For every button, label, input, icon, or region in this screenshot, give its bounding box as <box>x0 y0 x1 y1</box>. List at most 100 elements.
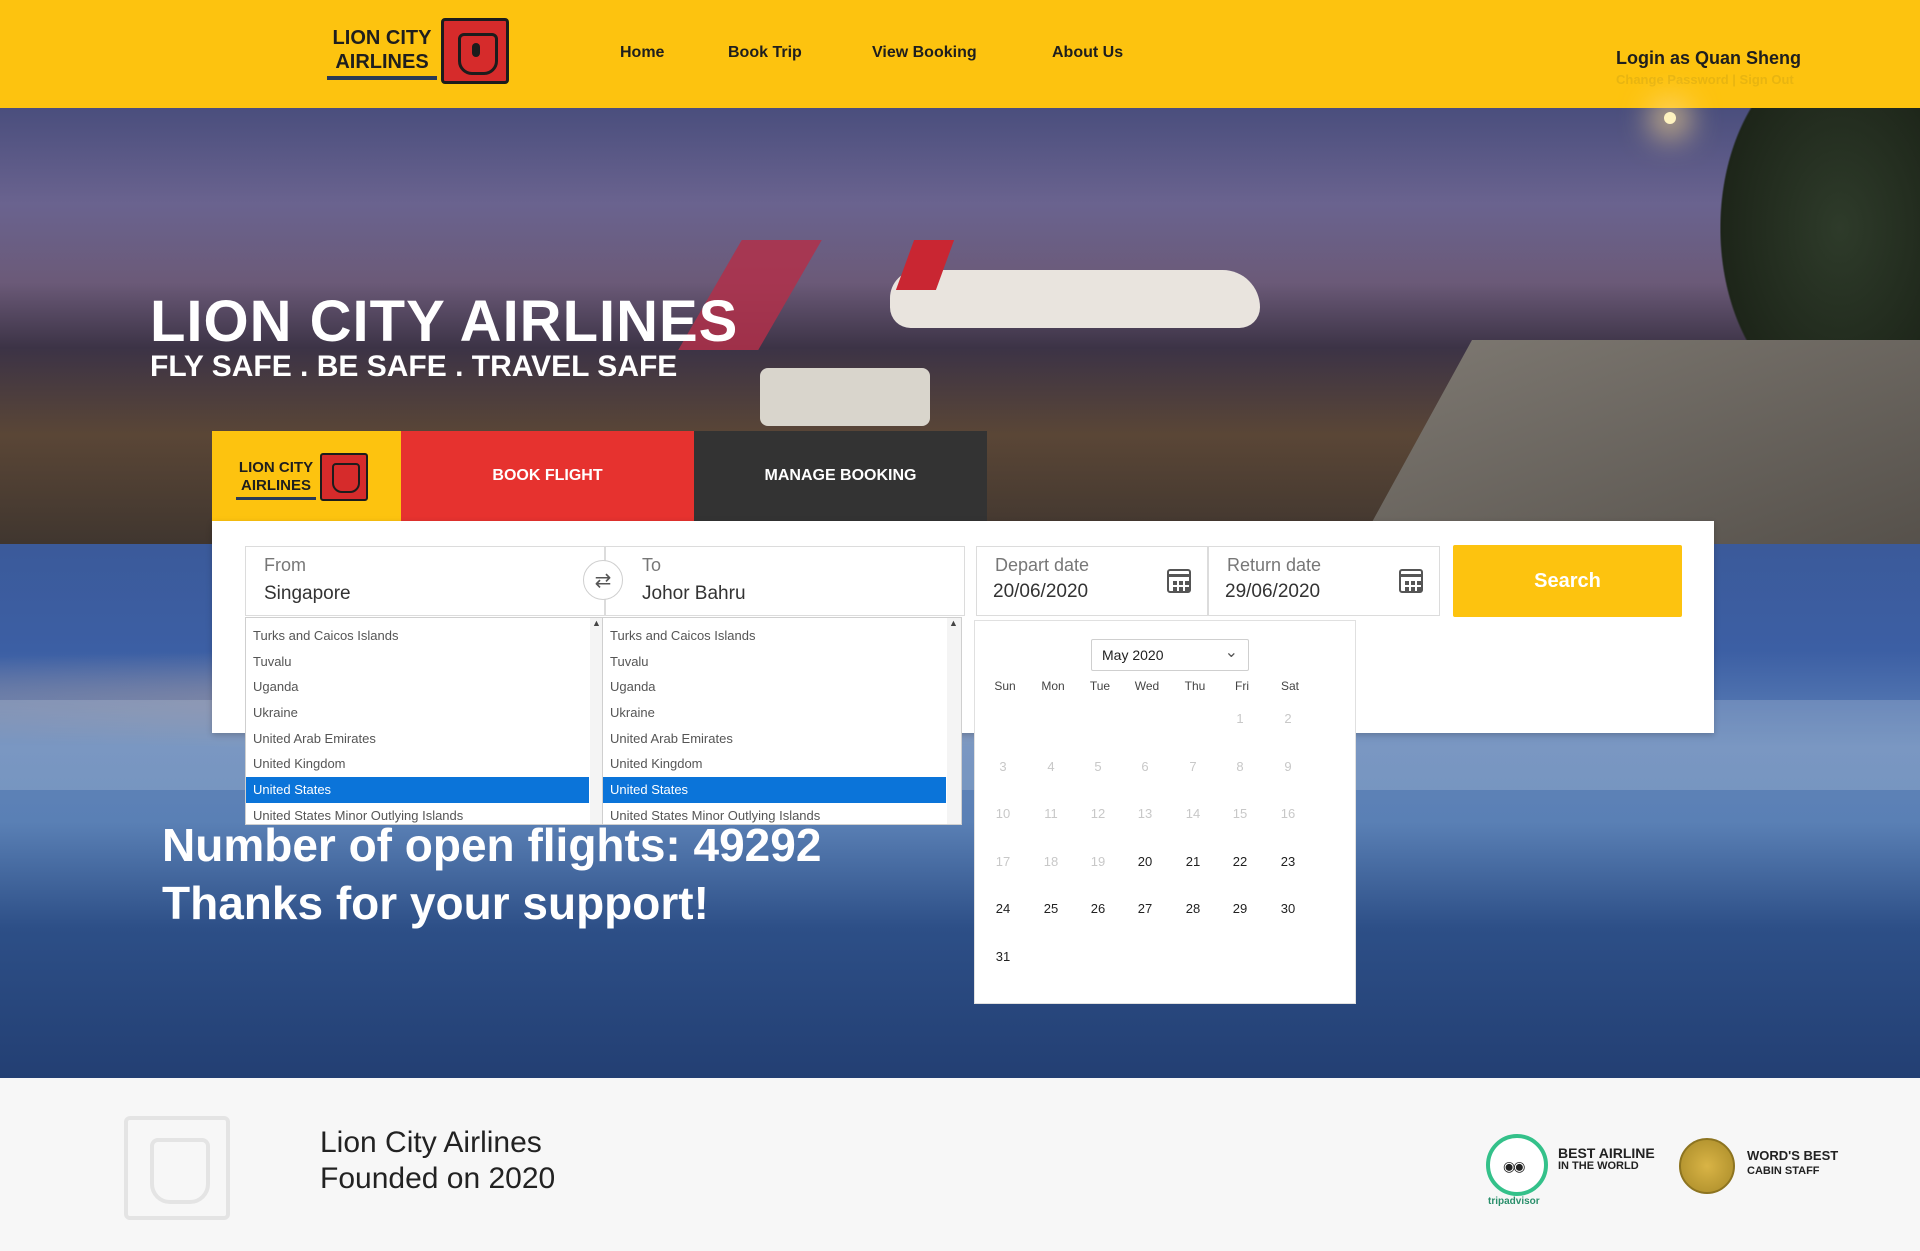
open-flights-message: Number of open flights: 49292 Thanks for… <box>162 816 821 932</box>
weekday-label: Sat <box>1280 679 1299 693</box>
depart-date-field[interactable]: Depart date 20/06/2020 <box>976 546 1208 616</box>
calendar-day: 4 <box>1047 758 1055 774</box>
award-2-line1: WORD'S BEST <box>1747 1148 1839 1163</box>
country-option[interactable]: Turks and Caicos Islands <box>246 623 589 649</box>
country-option[interactable]: Tuvalu <box>603 649 946 675</box>
hero-title: LION CITY AIRLINES <box>150 289 739 354</box>
tripadvisor-award-icon <box>1486 1134 1548 1196</box>
country-option[interactable]: United States <box>603 777 946 803</box>
to-country-list[interactable]: Turks and Caicos Islands Tuvalu Uganda Ukra… <box>602 617 962 825</box>
return-label: Return date <box>1227 555 1322 575</box>
calendar-day[interactable]: 31 <box>979 949 1027 964</box>
nav-about-us[interactable]: About Us <box>1052 44 1123 62</box>
to-list-scrollbar[interactable] <box>947 618 961 824</box>
calendar-day: 6 <box>1141 758 1149 774</box>
nav-book-trip[interactable]: Book Trip <box>728 44 802 62</box>
calendar-day: 10 <box>995 806 1011 821</box>
country-option[interactable]: Tuvalu <box>246 649 589 675</box>
weekday-label: Wed <box>1134 679 1160 693</box>
calendar-day: 11 <box>1044 806 1058 821</box>
footer-founded: Founded on 2020 <box>320 1162 556 1195</box>
account-links[interactable]: Change Password | Sign Out <box>1616 72 1794 87</box>
weekday-label: Sun <box>994 679 1016 693</box>
tab-logo: LION CITY AIRLINES <box>212 431 401 521</box>
hero-tug-vehicle <box>760 368 930 426</box>
award-1-brand: tripadvisor <box>1488 1196 1540 1207</box>
country-option[interactable]: United Kingdom <box>246 751 589 777</box>
tab-logo-underline <box>236 497 316 500</box>
country-option[interactable]: Uganda <box>603 674 946 700</box>
country-option[interactable]: United States <box>246 777 589 803</box>
header-logo[interactable]: LION CITY AIRLINES <box>327 18 509 86</box>
to-field[interactable]: To Johor Bahru <box>605 546 965 616</box>
depart-label: Depart date <box>995 555 1090 575</box>
country-option[interactable]: Turks and Caicos Islands <box>603 623 946 649</box>
award-2-title: WORD'S BEST CABIN STAFF <box>1747 1148 1838 1178</box>
calendar-day[interactable]: 25 <box>1027 901 1075 916</box>
country-option[interactable]: United States Minor Outlying Islands <box>246 803 589 824</box>
from-country-options: Turks and Caicos Islands Tuvalu Uganda Ukra… <box>246 618 604 824</box>
country-option[interactable]: United Arab Emirates <box>603 726 946 752</box>
from-field[interactable]: From Singapore <box>245 546 605 616</box>
calendar-day[interactable]: 30 <box>1264 901 1312 916</box>
logo-underline <box>327 76 437 80</box>
to-value: Johor Bahru <box>642 583 746 604</box>
calendar-day[interactable]: 24 <box>979 901 1027 916</box>
tab-manage-booking[interactable]: MANAGE BOOKING <box>694 431 987 521</box>
lion-emblem-icon <box>441 18 509 84</box>
thanks-message: Thanks for your support! <box>162 877 709 929</box>
calendar-icon[interactable] <box>1399 569 1423 593</box>
from-country-list[interactable]: Turks and Caicos Islands Tuvalu Uganda Ukra… <box>245 617 605 825</box>
calendar-day: 16 <box>1280 806 1296 821</box>
calendar-day: 15 <box>1232 806 1248 821</box>
calendar-day: 9 <box>1284 758 1292 774</box>
search-button[interactable]: Search <box>1453 545 1682 617</box>
nav-home[interactable]: Home <box>620 44 664 62</box>
weekday-label: Fri <box>1235 679 1249 693</box>
login-status: Login as Quan Sheng <box>1616 48 1802 68</box>
country-option[interactable]: United States Minor Outlying Islands <box>603 803 946 824</box>
calendar-day[interactable]: 22 <box>1216 854 1264 869</box>
award-1-title: BEST AIRLINE IN THE WORLD <box>1558 1146 1655 1172</box>
swap-arrows-icon[interactable]: ⇄ <box>583 560 623 600</box>
country-option[interactable]: Ukraine <box>246 700 589 726</box>
award-1-line1: BEST AIRLINE <box>1558 1145 1655 1161</box>
hero-light <box>1664 112 1676 124</box>
calendar-day: 18 <box>1043 853 1059 869</box>
country-option[interactable]: United Arab Emirates <box>246 726 589 752</box>
country-option[interactable]: Uganda <box>246 674 589 700</box>
to-label: To <box>642 555 662 575</box>
to-country-options: Turks and Caicos Islands Tuvalu Uganda Ukra… <box>603 618 961 824</box>
tab-book-flight[interactable]: BOOK FLIGHT <box>401 431 694 521</box>
calendar-day: 2 <box>1284 711 1292 726</box>
calendar-icon[interactable] <box>1167 569 1191 593</box>
calendar-day: 5 <box>1094 758 1102 774</box>
nav-view-booking[interactable]: View Booking <box>872 44 977 62</box>
country-option[interactable]: Ukraine <box>603 700 946 726</box>
calendar-day: 17 <box>995 853 1011 869</box>
top-header: LION CITY AIRLINES Home Book Trip View B… <box>0 0 1920 108</box>
calendar-day[interactable]: 27 <box>1121 901 1169 916</box>
calendar-day[interactable]: 20 <box>1121 854 1169 869</box>
lion-emblem-icon <box>320 453 368 501</box>
footer-company-name: Lion City Airlines <box>320 1126 542 1159</box>
calendar-day[interactable]: 29 <box>1216 901 1264 916</box>
date-picker: May 2020 SunMonTueWedThuFriSat 123456789… <box>974 620 1356 1004</box>
calendar-day[interactable]: 23 <box>1264 854 1312 869</box>
award-1-line2: IN THE WORLD <box>1558 1160 1639 1172</box>
logo-text: LION CITY AIRLINES <box>332 27 432 73</box>
calendar-day[interactable]: 26 <box>1074 901 1122 916</box>
from-label: From <box>264 555 306 575</box>
weekday-label: Tue <box>1089 679 1111 693</box>
calendar-day: 13 <box>1137 806 1153 821</box>
calendar-day[interactable]: 28 <box>1169 901 1217 916</box>
gold-medal-icon <box>1679 1138 1735 1194</box>
return-date-field[interactable]: Return date 29/06/2020 <box>1208 546 1440 616</box>
country-option[interactable]: United Kingdom <box>603 751 946 777</box>
weekday-label: Thu <box>1184 679 1206 693</box>
calendar-day: 14 <box>1185 806 1201 821</box>
footer-company-info: Lion City Airlines Founded on 2020 <box>320 1125 555 1197</box>
tab-logo-text: LION CITY AIRLINES <box>238 459 314 494</box>
month-select[interactable]: May 2020 <box>1091 639 1249 671</box>
calendar-day[interactable]: 21 <box>1169 854 1217 869</box>
